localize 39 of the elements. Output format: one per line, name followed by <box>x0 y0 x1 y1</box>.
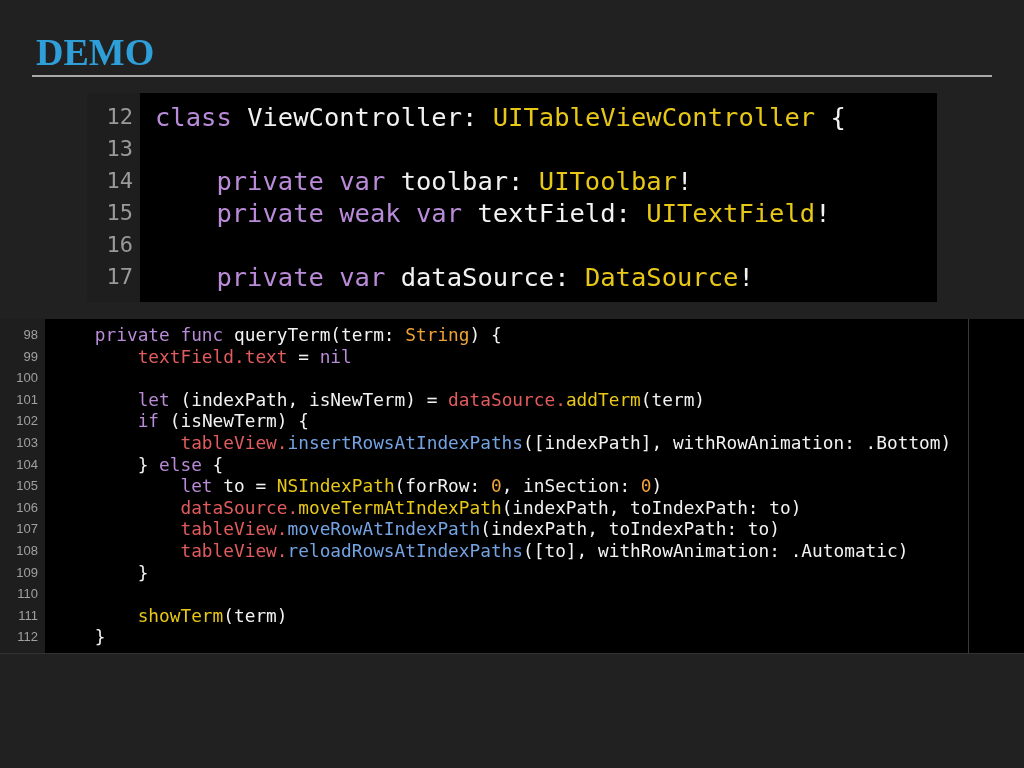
line-number: 106 <box>15 498 39 517</box>
line-number: 14 <box>105 167 134 195</box>
line-number: 108 <box>15 541 39 560</box>
code-line: } else { <box>136 453 224 476</box>
code-line: tableView.moveRowAtIndexPath(indexPath, toIndexPath: to) <box>179 518 780 540</box>
line-number: 101 <box>15 390 39 409</box>
code-line: tableView.reloadRowsAtIndexPaths([to], withRowAnimation: .Automatic) <box>179 539 909 562</box>
line-number: 103 <box>15 433 39 452</box>
line-number: 16 <box>105 231 134 259</box>
code-line: let (indexPath, isNewTerm) = dataSource.addTerm(term) <box>136 388 706 411</box>
slide-title: DEMO <box>36 30 155 74</box>
line-number: 109 <box>15 563 39 582</box>
code-line: private weak var textField: UITextField! <box>215 197 831 229</box>
line-number: 107 <box>15 520 39 539</box>
code-line: } <box>136 561 149 584</box>
code-line: } <box>93 626 106 648</box>
line-number: 111 <box>17 606 39 625</box>
code-line: showTerm(term) <box>136 604 288 627</box>
code-line: class ViewController: UITableViewController { <box>155 101 846 133</box>
line-number: 98 <box>22 326 39 344</box>
code-line: private func queryTerm(term: String) { <box>93 324 502 346</box>
line-number: 104 <box>15 455 39 474</box>
line-number: 105 <box>15 477 39 496</box>
line-number: 100 <box>15 369 39 388</box>
line-number: 102 <box>15 412 39 431</box>
line-number: 110 <box>16 585 39 604</box>
line-number: 99 <box>22 347 39 366</box>
code-line: if (isNewTerm) { <box>136 410 309 432</box>
code-line: private var dataSource: DataSource! <box>215 261 754 293</box>
code-line: textField.text = nil <box>136 345 352 368</box>
line-number: 13 <box>105 135 134 163</box>
code-line: let to = NSIndexPath(forRow: 0, inSection: 0) <box>179 475 663 497</box>
line-number: 17 <box>105 263 134 291</box>
code-line: private var toolbar: UIToolbar! <box>215 165 693 197</box>
line-number: 112 <box>16 628 39 647</box>
line-number: 12 <box>105 103 134 131</box>
line-number: 15 <box>105 199 134 227</box>
code-line: dataSource.moveTermAtIndexPath(indexPath, toIndexPath: to) <box>179 496 802 519</box>
code-line: tableView.insertRowsAtIndexPaths([indexPath], withRowAnimation: .Bottom) <box>179 431 952 454</box>
